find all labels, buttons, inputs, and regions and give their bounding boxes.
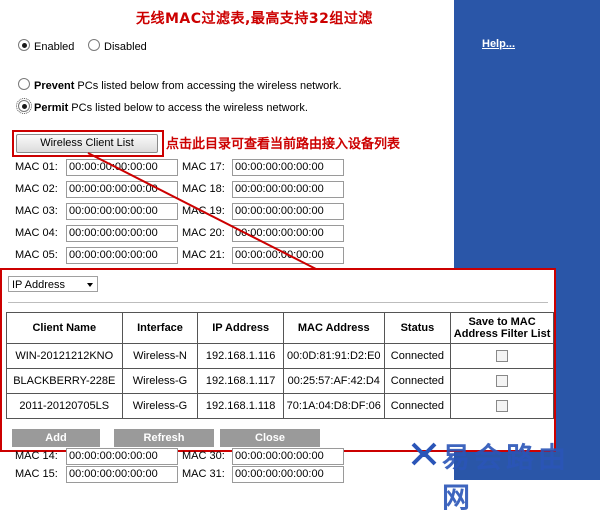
save-to-filter-cell (450, 368, 554, 394)
save-to-filter-cell (450, 393, 554, 419)
wireless-client-list-button[interactable]: Wireless Client List (16, 134, 158, 153)
permit-text: PCs listed below to access the wireless … (68, 102, 308, 114)
disabled-radio[interactable] (88, 39, 100, 51)
mac-input-bottom-3[interactable]: 00:00:00:00:00:00 (232, 466, 344, 483)
table-cell: 00:0D:81:91:D2:E0 (282, 343, 385, 369)
chevron-down-icon (87, 283, 93, 287)
watermark-logo-icon (411, 442, 437, 466)
table-cell: Connected (383, 393, 452, 419)
mac-label-left-2: MAC 02: (15, 183, 58, 195)
annotation-title: 无线MAC过滤表,最高支持32组过滤 (136, 11, 373, 27)
permit-option[interactable]: Permit PCs listed below to access the wi… (16, 98, 308, 114)
header-interface: Interface (121, 312, 199, 344)
mac-label-bottom-2: MAC 15: (15, 468, 58, 480)
mac-label-bottom-3: MAC 31: (182, 468, 225, 480)
mac-label-bottom-1: MAC 30: (182, 450, 225, 462)
table-cell: Wireless-G (121, 393, 199, 419)
permit-radio[interactable] (16, 98, 32, 114)
prevent-option[interactable]: Prevent PCs listed below from accessing … (18, 78, 342, 92)
mac-label-left-1: MAC 01: (15, 161, 58, 173)
mac-input-right-17[interactable]: 00:00:00:00:00:00 (232, 159, 344, 176)
mac-input-right-19[interactable]: 00:00:00:00:00:00 (232, 203, 344, 220)
mac-input-right-18[interactable]: 00:00:00:00:00:00 (232, 181, 344, 198)
enabled-radio[interactable] (18, 39, 30, 51)
wireless-client-list-popup: IP Address Client Name Interface IP Addr… (0, 268, 556, 452)
header-mac-address: MAC Address (282, 312, 385, 344)
table-header-row: Client Name Interface IP Address MAC Add… (6, 312, 554, 344)
client-table: Client Name Interface IP Address MAC Add… (6, 312, 554, 419)
mac-input-left-2[interactable]: 00:00:00:00:00:00 (66, 181, 178, 198)
table-row: WIN-20121212KNO Wireless-N 192.168.1.116 00… (6, 343, 554, 369)
table-cell: 192.168.1.117 (197, 368, 284, 394)
save-to-filter-checkbox[interactable] (496, 350, 509, 363)
prevent-text: PCs listed below from accessing the wire… (74, 80, 342, 92)
table-cell: 192.168.1.116 (197, 343, 284, 369)
permit-bold: Permit (34, 102, 69, 114)
prevent-bold: Prevent (34, 80, 75, 92)
prevent-radio[interactable] (18, 78, 30, 90)
mac-input-bottom-1[interactable]: 00:00:00:00:00:00 (232, 448, 344, 465)
header-ip-address: IP Address (197, 312, 284, 344)
filter-disabled-option[interactable]: Disabled (88, 39, 147, 53)
filter-enabled-option[interactable]: Enabled (18, 39, 74, 53)
mac-input-left-4[interactable]: 00:00:00:00:00:00 (66, 225, 178, 242)
header-save-to-filter: Save to MAC Address Filter List (450, 312, 554, 344)
mac-input-left-1[interactable]: 00:00:00:00:00:00 (66, 159, 178, 176)
add-button[interactable]: Add (12, 429, 100, 447)
mac-label-left-3: MAC 03: (15, 205, 58, 217)
mac-label-left-5: MAC 05: (15, 249, 58, 261)
mac-label-right-20: MAC 20: (182, 227, 225, 239)
sort-by-value: IP Address (12, 279, 65, 291)
table-cell: 00:25:57:AF:42:D4 (282, 368, 385, 394)
mac-input-right-21[interactable]: 00:00:00:00:00:00 (232, 247, 344, 264)
mac-label-right-19: MAC 19: (182, 205, 225, 217)
disabled-label: Disabled (104, 41, 147, 53)
save-to-filter-cell (450, 343, 554, 369)
annotation-note: 点击此目录可查看当前路由接入设备列表 (166, 137, 401, 152)
save-to-filter-checkbox[interactable] (496, 400, 509, 413)
table-cell: Connected (383, 343, 452, 369)
refresh-button[interactable]: Refresh (114, 429, 214, 447)
popup-divider (8, 302, 548, 303)
save-to-filter-checkbox[interactable] (496, 375, 509, 388)
close-button[interactable]: Close (220, 429, 320, 447)
table-cell: Connected (383, 368, 452, 394)
table-cell: 2011-20120705LS (6, 393, 123, 419)
mac-input-left-3[interactable]: 00:00:00:00:00:00 (66, 203, 178, 220)
header-status: Status (383, 312, 452, 344)
watermark-text: 易会路由网 (442, 441, 571, 514)
mac-label-bottom-0: MAC 14: (15, 450, 58, 462)
table-cell: Wireless-G (121, 368, 199, 394)
mac-input-right-20[interactable]: 00:00:00:00:00:00 (232, 225, 344, 242)
table-row: BLACKBERRY-228E Wireless-G 192.168.1.117 00… (6, 368, 554, 394)
table-cell: Wireless-N (121, 343, 199, 369)
mac-input-bottom-0[interactable]: 00:00:00:00:00:00 (66, 448, 178, 465)
mac-label-right-17: MAC 17: (182, 161, 225, 173)
mac-label-left-4: MAC 04: (15, 227, 58, 239)
mac-label-right-18: MAC 18: (182, 183, 225, 195)
mac-label-right-21: MAC 21: (182, 249, 225, 261)
table-row: 2011-20120705LS Wireless-G 192.168.1.118 70… (6, 393, 554, 419)
mac-input-left-5[interactable]: 00:00:00:00:00:00 (66, 247, 178, 264)
help-link[interactable]: Help... (482, 38, 515, 50)
sort-by-select[interactable]: IP Address (8, 276, 98, 292)
table-cell: 192.168.1.118 (197, 393, 284, 419)
table-cell: 70:1A:04:D8:DF:06 (282, 393, 385, 419)
enabled-label: Enabled (34, 41, 75, 53)
table-cell: WIN-20121212KNO (6, 343, 123, 369)
header-client-name: Client Name (6, 312, 123, 344)
table-cell: BLACKBERRY-228E (6, 368, 123, 394)
mac-input-bottom-2[interactable]: 00:00:00:00:00:00 (66, 466, 178, 483)
